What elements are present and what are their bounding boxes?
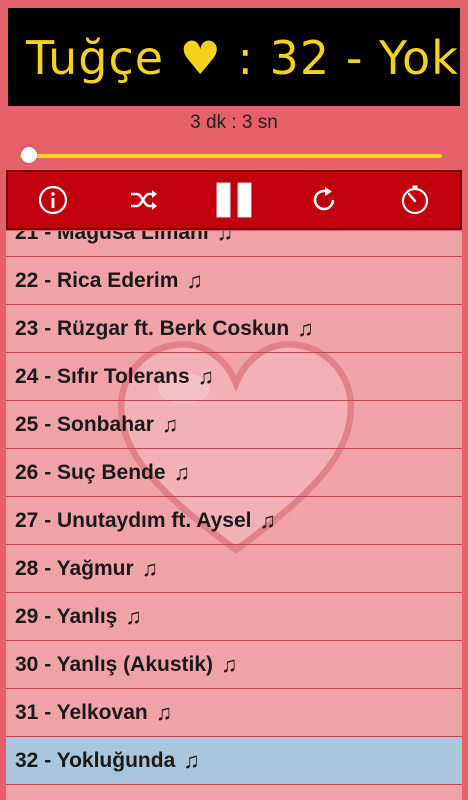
track-list-item[interactable]: 31 - Yelkovan ♫ [6, 689, 462, 737]
track-list-item[interactable]: 25 - Sonbahar ♫ [6, 401, 462, 449]
pause-icon [216, 182, 252, 218]
music-note-icon: ♫ [197, 363, 215, 389]
music-note-icon: ♫ [186, 267, 203, 293]
music-note-icon: ♫ [173, 459, 191, 485]
info-button[interactable] [25, 175, 81, 225]
track-title: 21 - Mağusa Limanı [15, 231, 209, 244]
track-title: 28 - Yağmur [15, 556, 134, 580]
track-list-item[interactable]: 23 - Rüzgar ft. Berk Coskun ♫ [6, 305, 462, 353]
track-list-item[interactable]: 22 - Rica Ederim ♫ [6, 257, 462, 305]
track-title: 29 - Yanlış [15, 604, 118, 628]
shuffle-icon [130, 190, 157, 210]
now-playing-title: Tuğçe ♥ : 32 - Yokluğunda [26, 31, 460, 85]
pause-button[interactable] [206, 175, 262, 225]
track-title: 24 - Sıfır Tolerans [15, 364, 190, 388]
seek-bar[interactable] [20, 146, 442, 166]
track-title: 31 - Yelkovan [15, 700, 148, 724]
music-note-icon: ♫ [161, 411, 179, 437]
repeat-button[interactable] [296, 175, 352, 225]
shuffle-button[interactable] [116, 175, 172, 225]
track-list-item[interactable]: 32 - Yokluğunda ♫ [6, 737, 462, 785]
track-rows: 21 - Mağusa Limanı ♫ 22 - Rica Ederim ♫ 23 -… [6, 231, 462, 785]
player-toolbar [6, 170, 462, 230]
track-title: 27 - Unutaydım ft. Aysel [15, 508, 252, 532]
timer-icon [401, 185, 428, 215]
track-list-item[interactable]: 30 - Yanlış (Akustik) ♫ [6, 641, 462, 689]
track-duration: 3 dk : 3 sn [190, 112, 278, 133]
track-list[interactable]: 21 - Mağusa Limanı ♫ 22 - Rica Ederim ♫ 23 -… [6, 231, 462, 800]
timer-button[interactable] [387, 175, 443, 225]
music-note-icon: ♫ [216, 231, 234, 245]
track-list-item[interactable]: 21 - Mağusa Limanı ♫ [6, 231, 462, 257]
music-note-icon: ♫ [125, 603, 142, 629]
track-title: 30 - Yanlış (Akustik) [15, 652, 214, 676]
track-title: 22 - Rica Ederim [15, 268, 179, 292]
track-title: 23 - Rüzgar ft. Berk Coskun [15, 316, 290, 340]
track-list-item[interactable]: 29 - Yanlış ♫ [6, 593, 462, 641]
track-list-item[interactable]: 27 - Unutaydım ft. Aysel ♫ [6, 497, 462, 545]
track-list-item[interactable]: 28 - Yağmur ♫ [6, 545, 462, 593]
repeat-icon [314, 187, 335, 211]
track-list-item[interactable]: 24 - Sıfır Tolerans ♫ [6, 353, 462, 401]
track-title: 32 - Yokluğunda [15, 748, 176, 772]
music-note-icon: ♫ [155, 699, 173, 725]
seek-track[interactable] [20, 154, 442, 158]
music-note-icon: ♫ [141, 555, 159, 581]
music-note-icon: ♫ [297, 315, 314, 341]
music-note-icon: ♫ [221, 651, 238, 677]
music-note-icon: ♫ [259, 507, 277, 533]
track-list-item[interactable]: 26 - Suç Bende ♫ [6, 449, 462, 497]
info-icon [39, 185, 68, 215]
seek-thumb[interactable] [21, 147, 37, 163]
track-title: 25 - Sonbahar [15, 412, 154, 436]
track-title: 26 - Suç Bende [15, 460, 166, 484]
now-playing-banner: Tuğçe ♥ : 32 - Yokluğunda [8, 8, 460, 106]
music-note-icon: ♫ [183, 747, 200, 773]
